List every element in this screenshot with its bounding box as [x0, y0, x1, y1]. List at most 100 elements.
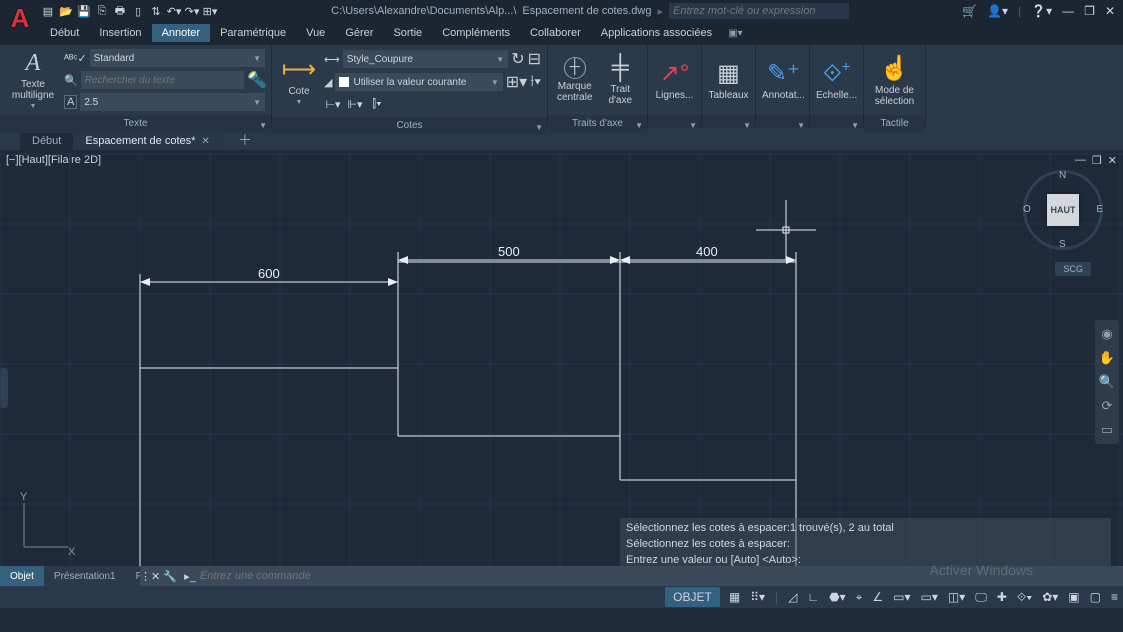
menu-debut[interactable]: Début	[40, 24, 89, 42]
panel-expand-icon[interactable]: ▼	[743, 117, 751, 135]
continue-dim-icon[interactable]: ⊩▾	[346, 95, 364, 113]
status-clean-icon[interactable]: ▢	[1085, 587, 1106, 607]
orbit-icon[interactable]: ⟳	[1102, 398, 1113, 414]
status-osnap-icon[interactable]: ⌖	[851, 587, 868, 607]
status-scale-combo[interactable]: ⟐▾	[1012, 587, 1037, 607]
panel-expand-icon[interactable]: ▼	[689, 117, 697, 135]
viewcube-scg[interactable]: SCG	[1055, 262, 1091, 276]
status-ws-icon[interactable]: ✿▾	[1037, 587, 1063, 607]
cart-icon[interactable]: 🛒	[962, 4, 977, 18]
dim-update-icon[interactable]: ↻	[511, 49, 524, 69]
new-icon[interactable]: ▤	[40, 3, 56, 19]
menu-annoter[interactable]: Annoter	[152, 24, 211, 42]
panel-expand-icon[interactable]: ▼	[259, 117, 267, 135]
status-dd-icon[interactable]: ▭▾	[916, 587, 943, 607]
dim-break-icon[interactable]: ⊟	[528, 49, 541, 69]
menu-sortie[interactable]: Sortie	[383, 24, 432, 42]
text-multiline-button[interactable]: A Texte multiligne ▼	[6, 49, 60, 111]
plot-icon[interactable]: 🖶	[112, 3, 128, 19]
menu-apps[interactable]: Applications associées	[591, 24, 722, 42]
minimize-icon[interactable]: —	[1062, 4, 1074, 18]
panel-expand-icon[interactable]: ▼	[797, 117, 805, 135]
touch-mode-button[interactable]: ☝Mode de sélection	[870, 49, 919, 111]
centerline-button[interactable]: ╪ Trait d'axe	[600, 49, 642, 111]
status-trans-icon[interactable]: ◫▾	[943, 587, 970, 607]
tab-debut[interactable]: Début	[20, 132, 73, 150]
text-style-combo[interactable]: Standard▼	[90, 49, 265, 67]
command-line[interactable]: ⋮✕ 🔧 ▸_	[140, 566, 1123, 586]
menu-vue[interactable]: Vue	[296, 24, 335, 42]
tables-button[interactable]: ▦Tableaux	[708, 49, 749, 111]
workspace-icon[interactable]: ⊞▾	[202, 3, 218, 19]
find-icon[interactable]: 🔍	[64, 74, 78, 87]
status-lwt-icon[interactable]: ▭▾	[888, 587, 915, 607]
restore-icon[interactable]: ❐	[1084, 4, 1095, 18]
menu-gerer[interactable]: Gérer	[335, 24, 383, 42]
menu-parametrique[interactable]: Paramétrique	[210, 24, 296, 42]
cloud-icon[interactable]: ⇅	[148, 3, 164, 19]
help-search-input[interactable]	[669, 3, 849, 19]
status-snap-icon[interactable]: ⠿▾	[745, 587, 770, 607]
command-input[interactable]	[200, 570, 1123, 582]
viewcube[interactable]: HAUT N S E O	[1023, 170, 1103, 250]
cmdline-handle-icon[interactable]: ⋮✕	[140, 570, 160, 583]
zoom-icon[interactable]: 🔍	[1099, 374, 1115, 390]
mobile-icon[interactable]: ▯	[130, 3, 146, 19]
layout-tab-p1[interactable]: Présentation1	[44, 566, 126, 586]
leaders-button[interactable]: ↗°Lignes...	[654, 49, 695, 111]
showmotion-icon[interactable]: ▭	[1101, 422, 1113, 438]
layout-tab-objet[interactable]: Objet	[0, 566, 44, 586]
text-height-combo[interactable]: 2.5▼	[80, 93, 265, 111]
annotation-button[interactable]: ✎⁺Annotat...	[762, 49, 805, 111]
app-logo[interactable]: A	[6, 4, 34, 32]
status-otrack-icon[interactable]: ∠	[867, 587, 888, 607]
layer-icon[interactable]: ◢	[324, 76, 332, 89]
ribbon-collapse-icon[interactable]: ▣▾	[728, 28, 742, 39]
steering-wheel-icon[interactable]: ◉	[1101, 326, 1112, 342]
user-icon[interactable]: 👤▾	[987, 4, 1008, 18]
height-icon[interactable]: A	[64, 95, 77, 109]
tab-add-button[interactable]: ＋	[232, 130, 258, 150]
viewcube-s[interactable]: S	[1059, 239, 1066, 250]
close-icon[interactable]: ✕	[1105, 4, 1115, 18]
viewcube-o[interactable]: O	[1023, 204, 1031, 215]
dim-btn-b-icon[interactable]: ⟊▾	[530, 73, 541, 91]
menu-complements[interactable]: Compléments	[432, 24, 520, 42]
dim-btn-a-icon[interactable]: ⊞▾	[506, 72, 527, 92]
text-find-input[interactable]	[81, 71, 244, 89]
panel-expand-icon[interactable]: ▼	[851, 117, 859, 135]
dim-style-icon[interactable]: ⟷	[324, 53, 340, 66]
cmdline-config-icon[interactable]: 🔧	[160, 570, 180, 583]
scale-button[interactable]: ⟐⁺Echelle...	[816, 49, 857, 111]
linear-dim-icon[interactable]: ⊢▾	[324, 95, 342, 113]
baseline-dim-icon[interactable]: ⫿▾	[368, 95, 386, 113]
menu-collaborer[interactable]: Collaborer	[520, 24, 591, 42]
navigation-bar[interactable]: ◉ ✋ 🔍 ⟳ ▭	[1095, 320, 1119, 444]
viewcube-e[interactable]: E	[1096, 204, 1103, 215]
dim-layer-combo[interactable]: Utiliser la valeur courante▼	[335, 73, 502, 91]
status-iso-icon[interactable]: ⬣▾	[824, 587, 851, 607]
panel-expand-icon[interactable]: ▼	[635, 117, 643, 135]
status-polar-icon[interactable]: ∟	[802, 587, 824, 607]
help-icon[interactable]: ❔▾	[1031, 4, 1052, 18]
dimension-button[interactable]: ⟼ Cote ▼	[278, 49, 320, 111]
tab-close-icon[interactable]: ✕	[201, 136, 209, 147]
open-icon[interactable]: 📂	[58, 3, 74, 19]
status-ann-icon[interactable]: 🖵	[970, 587, 992, 607]
pan-icon[interactable]: ✋	[1099, 350, 1115, 366]
save-icon[interactable]: 💾	[76, 3, 92, 19]
status-scale-icon[interactable]: ✚	[992, 587, 1012, 607]
undo-icon[interactable]: ↶▾	[166, 3, 182, 19]
status-custom-icon[interactable]: ≡	[1106, 587, 1123, 607]
status-grid-icon[interactable]: ▦	[724, 587, 745, 607]
status-objet[interactable]: OBJET	[665, 587, 720, 607]
redo-icon[interactable]: ↷▾	[184, 3, 200, 19]
status-ortho-icon[interactable]: ◿	[783, 587, 802, 607]
viewcube-n[interactable]: N	[1059, 170, 1066, 181]
tab-espacement[interactable]: Espacement de cotes*✕	[73, 132, 221, 150]
status-monitor-icon[interactable]: ▣	[1063, 587, 1084, 607]
saveas-icon[interactable]: ⎘	[94, 3, 110, 19]
dim-style-combo[interactable]: Style_Coupure▼	[343, 50, 508, 68]
menu-insertion[interactable]: Insertion	[89, 24, 151, 42]
spellcheck-icon[interactable]: ᴬᴮᶜ✓	[64, 52, 87, 65]
